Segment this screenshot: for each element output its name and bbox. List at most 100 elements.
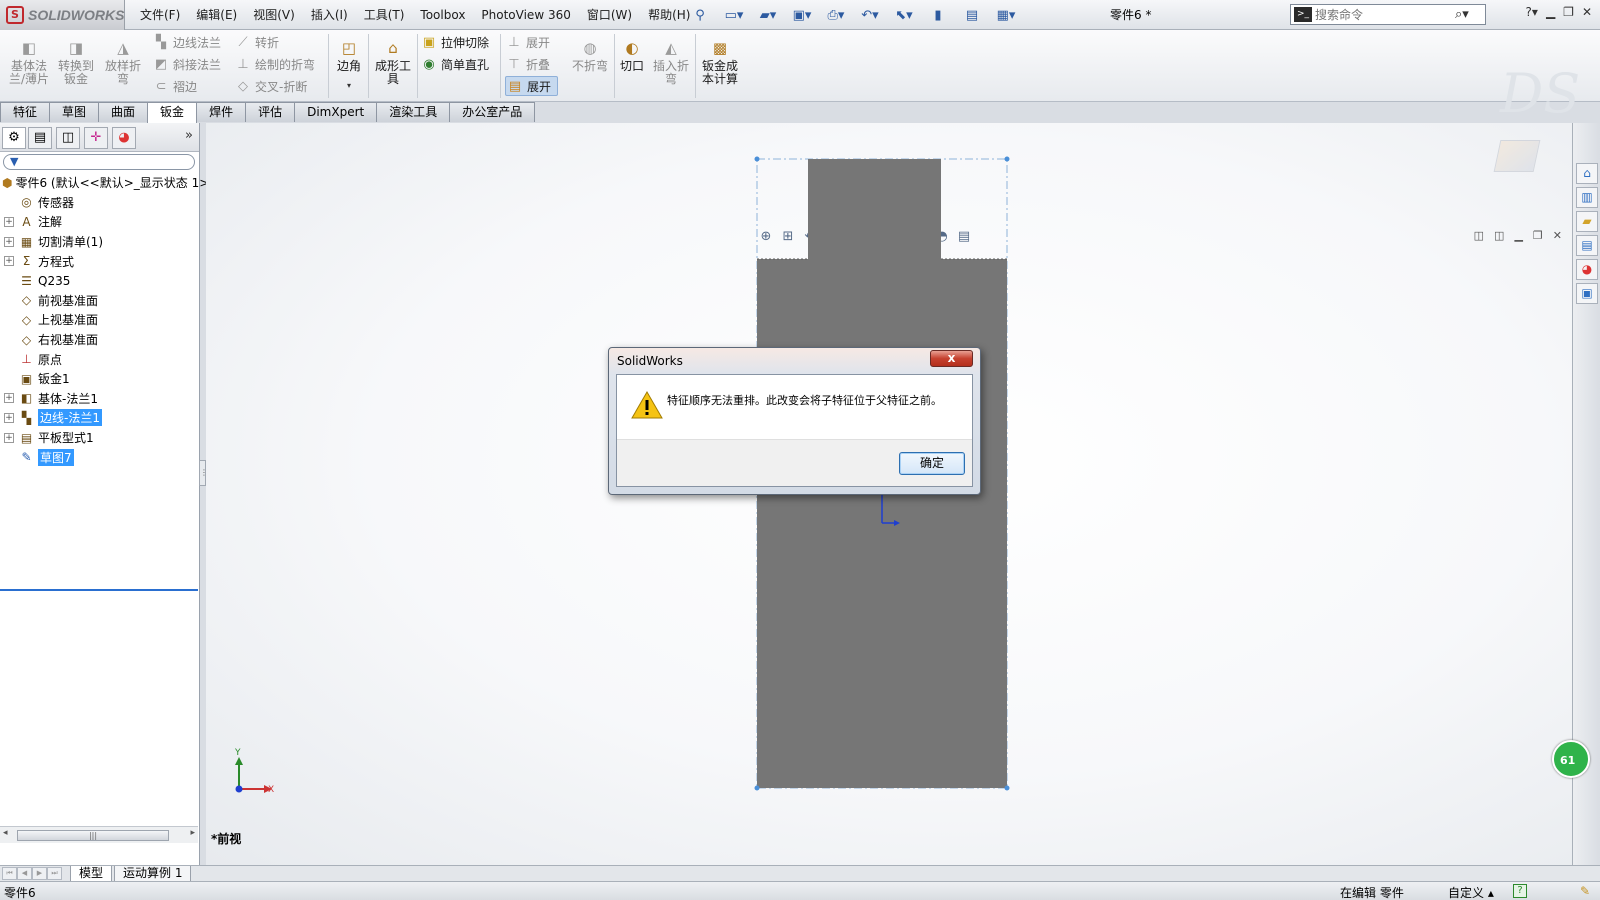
- menu-tools[interactable]: 工具(T): [356, 0, 413, 30]
- tree-filter-input[interactable]: ▼: [3, 154, 195, 170]
- extruded-cut-button[interactable]: ▣ 拉伸切除: [420, 32, 489, 52]
- tab-surfaces[interactable]: 曲面: [98, 102, 149, 122]
- select-pointer-icon[interactable]: ⬉▾: [889, 5, 919, 25]
- menu-edit[interactable]: 编辑(E): [188, 0, 245, 30]
- prev-tab-icon[interactable]: ◀: [17, 867, 32, 880]
- simple-hole-button[interactable]: ◉ 简单直孔: [420, 54, 489, 74]
- tree-expander[interactable]: +: [4, 236, 14, 247]
- tree-item-annotations[interactable]: + A 注解: [0, 212, 198, 232]
- menu-photoview[interactable]: PhotoView 360: [473, 0, 578, 30]
- tree-item-origin[interactable]: ⊥ 原点: [0, 349, 198, 369]
- quick-tips-icon[interactable]: ?: [1513, 884, 1527, 898]
- horizontal-scrollbar[interactable]: ◂ ||| ▸: [0, 826, 198, 843]
- corners-dropdown-icon[interactable]: ▾: [332, 79, 366, 92]
- view-cube-icon[interactable]: [1493, 140, 1541, 172]
- lofted-bend-button[interactable]: ◮ 放样折 弯: [100, 38, 146, 86]
- tree-item-cut-list[interactable]: + ▦ 切割清单(1): [0, 232, 198, 252]
- tab-dimxpert[interactable]: DimXpert: [294, 102, 378, 122]
- corners-button[interactable]: ◰ 边角 ▾: [332, 38, 366, 92]
- tree-item-edge-flange[interactable]: + ▚ 边线-法兰1: [0, 408, 198, 428]
- new-document-icon[interactable]: ▭▾: [719, 5, 749, 25]
- search-input[interactable]: [1315, 7, 1455, 22]
- undo-icon[interactable]: ↶▾: [855, 5, 885, 25]
- tab-weldments[interactable]: 焊件: [196, 102, 247, 122]
- property-manager-tab-icon[interactable]: ▤: [28, 127, 52, 149]
- design-library-icon[interactable]: ▥: [1576, 187, 1598, 208]
- help-icon[interactable]: ?▾: [1526, 5, 1538, 19]
- tab-render-tools[interactable]: 渲染工具: [376, 102, 451, 122]
- menu-toolbox[interactable]: Toolbox: [412, 0, 473, 30]
- configuration-manager-tab-icon[interactable]: ◫: [56, 127, 80, 149]
- tree-item-part[interactable]: ⬢ 零件6 (默认<<默认>_显示状态 1>): [0, 173, 214, 193]
- unfold-button[interactable]: ⊥ 展开: [505, 32, 550, 52]
- tree-expander[interactable]: +: [4, 393, 14, 404]
- miter-flange-button[interactable]: ◩ 斜接法兰: [152, 54, 221, 74]
- last-tab-icon[interactable]: ⏭: [47, 867, 62, 880]
- print-icon[interactable]: ⎙▾: [821, 5, 851, 25]
- no-bends-button[interactable]: ◍ 不折弯: [567, 38, 613, 73]
- view-palette-icon[interactable]: ▤: [1576, 235, 1598, 256]
- appearances-scenes-icon[interactable]: ◕: [1576, 259, 1598, 280]
- expand-panel-icon[interactable]: »: [185, 128, 193, 143]
- hem-button[interactable]: ⊂ 褶边: [152, 76, 197, 96]
- scrollbar-thumb[interactable]: |||: [17, 830, 169, 841]
- tree-expander[interactable]: +: [4, 432, 14, 443]
- tab-office-products[interactable]: 办公室产品: [449, 102, 536, 122]
- pin-menu-icon[interactable]: ⚲: [685, 5, 715, 25]
- tab-evaluate[interactable]: 评估: [245, 102, 296, 122]
- tree-item-sketch[interactable]: ✎ 草图7: [0, 447, 198, 467]
- base-flange-button[interactable]: ◧ 基体法 兰/薄片: [6, 38, 52, 86]
- tree-item-material[interactable]: ☰ Q235: [0, 271, 198, 291]
- tree-item-right-plane[interactable]: ◇ 右视基准面: [0, 330, 198, 350]
- file-properties-icon[interactable]: ▤: [957, 5, 987, 25]
- restore-icon[interactable]: ❐: [1563, 5, 1574, 19]
- convert-to-sheet-metal-button[interactable]: ◨ 转换到 钣金: [53, 38, 99, 86]
- solidworks-resources-icon[interactable]: ⌂: [1576, 163, 1598, 184]
- scroll-right-icon[interactable]: ▸: [190, 828, 195, 838]
- tree-item-flat-pattern[interactable]: + ▤ 平板型式1: [0, 428, 198, 448]
- edit-pencil-icon[interactable]: ✎: [1580, 884, 1590, 898]
- tab-sheet-metal[interactable]: 钣金: [147, 102, 198, 123]
- menu-window[interactable]: 窗口(W): [579, 0, 640, 30]
- dialog-close-button[interactable]: x: [930, 350, 973, 367]
- first-tab-icon[interactable]: ⏮: [2, 867, 17, 880]
- fold-button[interactable]: ⊤ 折叠: [505, 54, 550, 74]
- command-search[interactable]: >_ ⌕▾: [1290, 4, 1486, 25]
- tab-motion-study[interactable]: 运动算例 1: [114, 866, 192, 882]
- menu-file[interactable]: 文件(F): [132, 0, 188, 30]
- scroll-left-icon[interactable]: ◂: [3, 828, 8, 838]
- rollback-bar[interactable]: [0, 589, 198, 591]
- save-icon[interactable]: ▣▾: [787, 5, 817, 25]
- tree-item-sensors[interactable]: ◎ 传感器: [0, 193, 198, 213]
- tree-item-equations[interactable]: + Σ 方程式: [0, 251, 198, 271]
- close-icon[interactable]: ✕: [1582, 5, 1592, 19]
- rebuild-icon[interactable]: ▮: [923, 5, 953, 25]
- open-folder-icon[interactable]: ▰▾: [753, 5, 783, 25]
- panel-splitter-handle[interactable]: ⋮: [199, 460, 208, 486]
- tree-expander[interactable]: +: [4, 412, 14, 423]
- flatten-button[interactable]: ▤ 展开: [505, 76, 559, 96]
- options-icon[interactable]: ▦▾: [991, 5, 1021, 25]
- tree-expander[interactable]: +: [4, 216, 14, 227]
- display-manager-tab-icon[interactable]: ◕: [112, 127, 136, 149]
- tree-item-front-plane[interactable]: ◇ 前视基准面: [0, 291, 198, 311]
- sketched-bend-button[interactable]: ⊥ 绘制的折弯: [234, 54, 315, 74]
- rip-button[interactable]: ◐ 切口: [615, 38, 649, 73]
- tree-item-base-flange[interactable]: + ◧ 基体-法兰1: [0, 389, 198, 409]
- minimize-icon[interactable]: ▁: [1546, 5, 1555, 19]
- insert-bends-button[interactable]: ◭ 插入折 弯: [648, 38, 694, 86]
- forming-tool-button[interactable]: ⌂ 成形工 具: [370, 38, 416, 86]
- next-tab-icon[interactable]: ▶: [32, 867, 47, 880]
- ok-button[interactable]: 确定: [899, 452, 965, 475]
- cross-break-button[interactable]: ◇ 交叉-折断: [234, 76, 307, 96]
- search-icon[interactable]: ⌕▾: [1455, 7, 1469, 22]
- tree-item-sheet-metal[interactable]: ▣ 钣金1: [0, 369, 198, 389]
- custom-properties-icon[interactable]: ▣: [1576, 283, 1598, 304]
- solidworks-logo[interactable]: S SOLIDWORKS: [0, 0, 125, 30]
- file-explorer-icon[interactable]: ▰: [1576, 211, 1598, 232]
- tab-features[interactable]: 特征: [0, 102, 51, 122]
- feature-manager-tab-icon[interactable]: ⚙: [2, 127, 26, 149]
- units-selector[interactable]: 自定义 ▴: [1448, 884, 1494, 900]
- sheet-metal-costing-button[interactable]: ▩ 钣金成 本计算: [697, 38, 743, 86]
- jog-button[interactable]: ⟋ 转折: [234, 32, 279, 52]
